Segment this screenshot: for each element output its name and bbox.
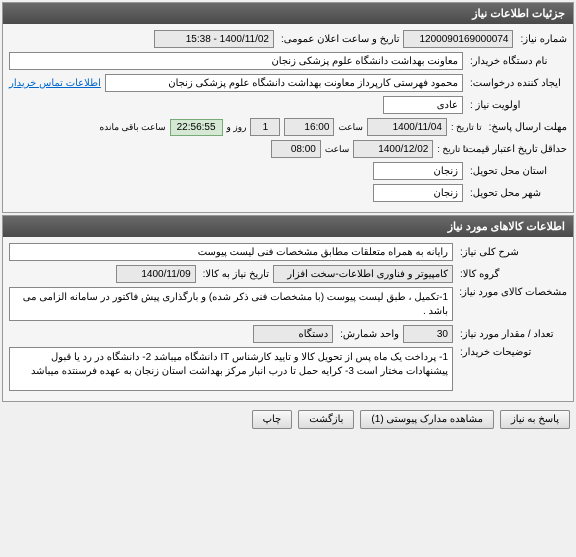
- need-to-date-field: 1400/11/09: [116, 265, 196, 283]
- need-no-label: شماره نیاز:: [517, 34, 567, 45]
- spec-label: مشخصات کالای مورد نیاز:: [457, 287, 567, 298]
- desc-field: رایانه به همراه متعلقات مطابق مشخصات فنی…: [9, 243, 453, 261]
- buyer-org-label: نام دستگاه خریدار:: [467, 56, 567, 67]
- need-details-panel: جزئیات اطلاعات نیاز شماره نیاز: 12000901…: [2, 2, 574, 213]
- panel2-header: اطلاعات کالاهای مورد نیاز: [3, 216, 573, 237]
- panel2-body: شرح کلی نیاز: رایانه به همراه متعلقات مط…: [3, 237, 573, 401]
- print-button[interactable]: چاپ: [252, 410, 293, 429]
- desc-label: شرح کلی نیاز:: [457, 247, 567, 258]
- delivery-city-label: شهر محل تحویل:: [467, 188, 567, 199]
- attachments-button[interactable]: مشاهده مدارک پیوستی (1): [360, 410, 494, 429]
- priority-label: اولویت نیاز :: [467, 100, 567, 111]
- to-date-label: تا تاریخ :: [451, 122, 482, 133]
- group-label: گروه کالا:: [457, 269, 567, 280]
- remain-suffix: ساعت باقی مانده: [100, 122, 166, 133]
- validity-time-field: 08:00: [271, 140, 321, 158]
- reply-button[interactable]: پاسخ به نیاز: [500, 410, 570, 429]
- creator-field: محمود فهرستی کارپرداز معاونت بهداشت دانش…: [105, 74, 463, 92]
- resp-time-field: 16:00: [284, 118, 334, 136]
- notes-label: توضیحات خریدار:: [457, 347, 567, 358]
- unit-field: دستگاه: [253, 325, 333, 343]
- notes-field: 1- پرداخت یک ماه پس از تحویل کالا و تایی…: [9, 347, 453, 391]
- qty-field: 30: [403, 325, 453, 343]
- need-to-date-label: تاریخ نیاز به کالا:: [200, 269, 269, 280]
- time-label-1: ساعت: [338, 122, 363, 133]
- qty-label: تعداد / مقدار مورد نیاز:: [457, 329, 567, 340]
- panel1-body: شماره نیاز: 1200090169000074 تاریخ و ساع…: [3, 24, 573, 212]
- countdown: 22:56:55: [170, 119, 223, 136]
- action-buttons: پاسخ به نیاز مشاهده مدارک پیوستی (1) باز…: [0, 404, 576, 435]
- need-no-field: 1200090169000074: [403, 30, 513, 48]
- back-button[interactable]: بازگشت: [298, 410, 354, 429]
- delivery-city-field: زنجان: [373, 184, 463, 202]
- validity-label: حداقل تاریخ اعتبار قیمت:: [472, 144, 567, 155]
- goods-info-panel: اطلاعات کالاهای مورد نیاز شرح کلی نیاز: …: [2, 215, 574, 402]
- spec-field: 1-تکمیل ، طبق لیست پیوست (با مشخصات فنی …: [9, 287, 453, 321]
- delivery-prov-label: استان محل تحویل:: [467, 166, 567, 177]
- resp-deadline-label: مهلت ارسال پاسخ:: [486, 122, 567, 133]
- priority-field: عادی: [383, 96, 463, 114]
- pub-field: 1400/11/02 - 15:38: [154, 30, 274, 48]
- unit-label: واحد شمارش:: [337, 329, 399, 340]
- buyer-org-field: معاونت بهداشت دانشگاه علوم پزشکی زنجان: [9, 52, 463, 70]
- delivery-prov-field: زنجان: [373, 162, 463, 180]
- resp-date-field: 1400/11/04: [367, 118, 447, 136]
- panel1-header: جزئیات اطلاعات نیاز: [3, 3, 573, 24]
- remain-days-label: روز و: [227, 122, 247, 133]
- to-date-label-2: تا تاریخ :: [437, 144, 468, 155]
- remain-days-field: 1: [250, 118, 280, 136]
- time-label-2: ساعت: [325, 144, 350, 155]
- pub-label: تاریخ و ساعت اعلان عمومی:: [278, 34, 400, 45]
- group-field: کامپیوتر و فناوری اطلاعات-سخت افزار: [273, 265, 453, 283]
- contact-link[interactable]: اطلاعات تماس خریدار: [9, 78, 101, 89]
- creator-label: ایجاد کننده درخواست:: [467, 78, 567, 89]
- validity-date-field: 1400/12/02: [353, 140, 433, 158]
